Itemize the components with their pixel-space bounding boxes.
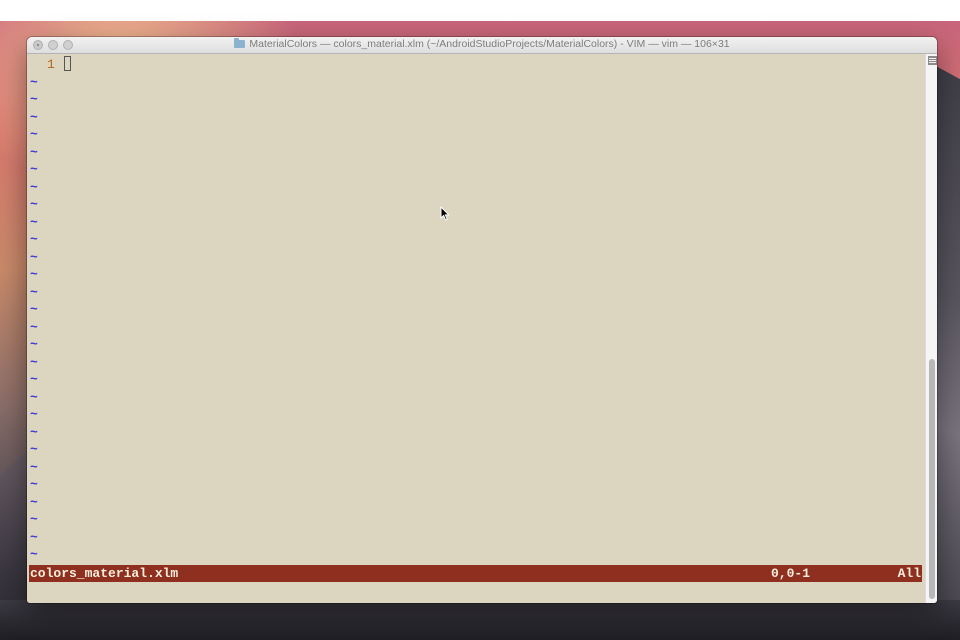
empty-line-marker: ~ bbox=[30, 92, 38, 107]
status-scroll-indicator: All bbox=[897, 566, 921, 581]
empty-line-marker: ~ bbox=[30, 249, 38, 265]
text-cursor bbox=[64, 56, 71, 71]
empty-line-marker: ~ bbox=[30, 459, 38, 475]
empty-line-marker: ~ bbox=[30, 179, 38, 195]
window-title: MaterialColors — colors_material.xlm (~/… bbox=[27, 38, 937, 50]
empty-line-marker: ~ bbox=[30, 74, 38, 90]
empty-line-marker: ~ bbox=[30, 127, 38, 142]
empty-line-marker: ~ bbox=[30, 547, 38, 562]
folder-icon bbox=[234, 38, 246, 48]
scrollbar-thumb[interactable] bbox=[929, 359, 935, 599]
empty-line-marker: ~ bbox=[30, 162, 38, 177]
empty-line-marker: ~ bbox=[30, 389, 38, 405]
empty-line-marker: ~ bbox=[30, 372, 38, 387]
empty-line-marker: ~ bbox=[30, 442, 38, 457]
terminal-window: MaterialColors — colors_material.xlm (~/… bbox=[27, 37, 937, 603]
status-cursor-position: 0,0-1 bbox=[771, 566, 811, 581]
empty-line-marker: ~ bbox=[30, 109, 38, 125]
empty-line-marker: ~ bbox=[30, 477, 38, 492]
empty-line-marker: ~ bbox=[30, 529, 38, 545]
vertical-scrollbar[interactable] bbox=[925, 54, 937, 603]
editor-line[interactable]: 1 bbox=[27, 56, 924, 74]
window-titlebar[interactable]: MaterialColors — colors_material.xlm (~/… bbox=[27, 37, 937, 54]
empty-line-marker: ~ bbox=[30, 494, 38, 510]
empty-lines: ~ ~ ~ ~ ~ ~ ~ ~ ~ ~ ~ ~ ~ ~ ~ ~ ~ ~ ~ ~ ~ ~ ~ ~ ~ ~ ~ ~ bbox=[30, 74, 38, 564]
line-number: 1 bbox=[47, 57, 55, 72]
empty-line-marker: ~ bbox=[30, 302, 38, 317]
empty-line-marker: ~ bbox=[30, 197, 38, 212]
empty-line-marker: ~ bbox=[30, 407, 38, 422]
empty-line-marker: ~ bbox=[30, 319, 38, 335]
vim-editor[interactable]: 1 ~ ~ ~ ~ ~ ~ ~ ~ ~ ~ ~ ~ ~ ~ ~ ~ ~ ~ ~ ~ ~ ~ ~ ~ ~ ~ ~ ~ colors_ma… bbox=[27, 54, 924, 603]
scrollbar-corner-icon bbox=[928, 56, 937, 65]
empty-line-marker: ~ bbox=[30, 144, 38, 160]
status-file-name: colors_material.xlm bbox=[30, 566, 179, 581]
empty-line-marker: ~ bbox=[30, 512, 38, 527]
wallpaper-ground bbox=[0, 600, 960, 640]
empty-line-marker: ~ bbox=[30, 337, 38, 352]
empty-line-marker: ~ bbox=[30, 232, 38, 247]
empty-line-marker: ~ bbox=[30, 267, 38, 282]
mouse-pointer-icon bbox=[440, 206, 450, 221]
empty-line-marker: ~ bbox=[30, 354, 38, 370]
window-title-text: MaterialColors — colors_material.xlm (~/… bbox=[249, 38, 730, 50]
empty-line-marker: ~ bbox=[30, 424, 38, 440]
vim-status-bar: colors_material.xlm 0,0-1 All bbox=[29, 565, 922, 582]
empty-line-marker: ~ bbox=[30, 284, 38, 300]
empty-line-marker: ~ bbox=[30, 214, 38, 230]
